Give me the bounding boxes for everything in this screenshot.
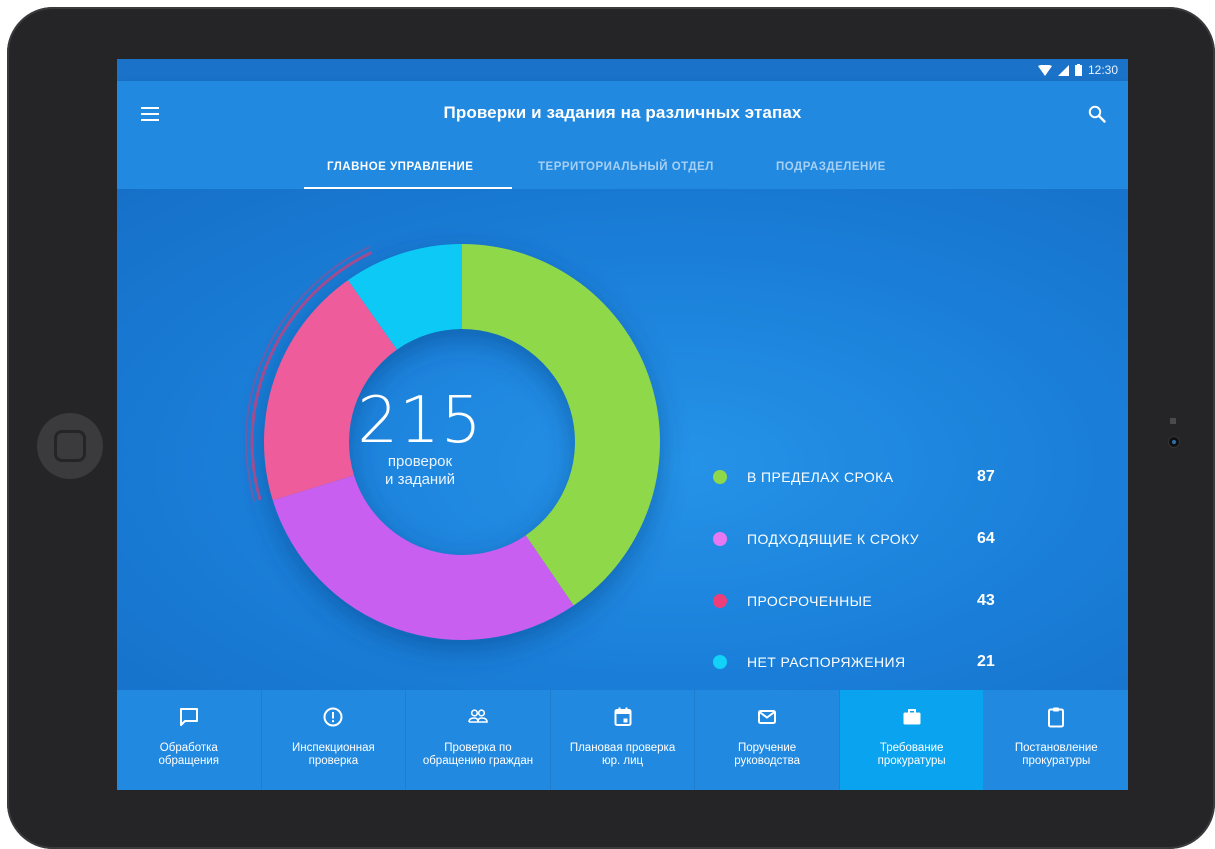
calendar-icon	[614, 707, 632, 726]
total-label-line2: и заданий	[385, 471, 455, 488]
nav-planned-inspection[interactable]: Плановая проверка юр. лиц	[550, 690, 696, 790]
chart-center-summary: 215 проверок и заданий	[340, 389, 500, 489]
nav-label: Обработка обращения	[158, 742, 220, 767]
legend-dot	[713, 532, 727, 546]
legend-value: 21	[977, 653, 995, 670]
nav-label: Поручение руководства	[734, 742, 800, 767]
legend-dot	[713, 655, 727, 669]
nav-management-order[interactable]: Поручение руководства	[695, 690, 840, 790]
battery-icon	[1074, 64, 1082, 76]
search-icon[interactable]	[1088, 105, 1106, 123]
nav-citizen-appeal-check[interactable]: Проверка по обращению граждан	[406, 690, 551, 790]
nav-label: Плановая проверка юр. лиц	[569, 742, 676, 767]
tab-bar: ГЛАВНОЕ УПРАВЛЕНИЕ ТЕРРИТОРИАЛЬНЫЙ ОТДЕЛ…	[117, 153, 1128, 189]
briefcase-icon	[903, 709, 921, 725]
donut-slice-approaching[interactable]	[272, 475, 574, 640]
app-bar: Проверки и задания на различных этапах Г…	[117, 81, 1128, 189]
status-time: 12:30	[1087, 63, 1118, 77]
nav-prosecutor-resolution[interactable]: Постановление прокуратуры	[984, 690, 1128, 790]
proximity-sensor	[1170, 418, 1176, 424]
nav-appeal-processing[interactable]: Обработка обращения	[117, 690, 262, 790]
legend-item-approaching-deadline[interactable]: ПОДХОДЯЩИЕ К СРОКУ 64	[713, 529, 1033, 549]
nav-label: Требование прокуратуры	[877, 742, 946, 767]
chat-bubble-icon	[179, 708, 198, 726]
tab-territorial-department[interactable]: ТЕРРИТОРИАЛЬНЫЙ ОТДЕЛ	[538, 161, 714, 173]
dashboard-content: 215 проверок и заданий В ПРЕДЕЛАХ СРОКА …	[117, 189, 1128, 690]
legend-label: ПОДХОДЯЩИЕ К СРОКУ	[747, 531, 920, 547]
app-screen: 12:30 Проверки и задания на различных эт…	[117, 59, 1128, 790]
home-button[interactable]	[37, 413, 103, 479]
page-title: Проверки и задания на различных этапах	[443, 103, 802, 122]
nav-label: Проверка по обращению граждан	[422, 742, 534, 767]
wifi-icon	[1037, 64, 1052, 76]
legend-value: 87	[977, 468, 995, 485]
signal-icon	[1057, 64, 1069, 76]
status-bar: 12:30	[117, 59, 1128, 81]
legend-value: 43	[977, 592, 995, 609]
legend-label: ПРОСРОЧЕННЫЕ	[747, 593, 873, 609]
people-icon	[468, 709, 488, 723]
legend-item-overdue[interactable]: ПРОСРОЧЕННЫЕ 43	[713, 591, 1033, 611]
tab-main-directorate[interactable]: ГЛАВНОЕ УПРАВЛЕНИЕ	[327, 161, 473, 173]
legend-item-on-time[interactable]: В ПРЕДЕЛАХ СРОКА 87	[713, 467, 1033, 487]
front-camera	[1169, 437, 1179, 447]
legend-label: В ПРЕДЕЛАХ СРОКА	[747, 469, 894, 485]
nav-inspection[interactable]: Инспекционная проверка	[261, 690, 407, 790]
nav-label: Постановление прокуратуры	[1014, 742, 1098, 767]
legend-label: НЕТ РАСПОРЯЖЕНИЯ	[747, 654, 906, 670]
legend-dot	[713, 594, 727, 608]
nav-label: Инспекционная проверка	[291, 742, 375, 767]
legend-value: 64	[977, 530, 995, 547]
alert-circle-icon	[323, 707, 343, 727]
tab-subdivision[interactable]: ПОДРАЗДЕЛЕНИЕ	[776, 161, 886, 173]
legend-dot	[713, 470, 727, 484]
bottom-navigation: Обработка обращения Инспекционная провер…	[117, 690, 1128, 790]
mail-icon	[758, 710, 777, 724]
legend-item-no-order[interactable]: НЕТ РАСПОРЯЖЕНИЯ 21	[713, 652, 1033, 672]
total-count: 215	[357, 384, 483, 458]
clipboard-icon	[1048, 707, 1065, 728]
nav-prosecutor-demand[interactable]: Требование прокуратуры	[839, 690, 985, 790]
